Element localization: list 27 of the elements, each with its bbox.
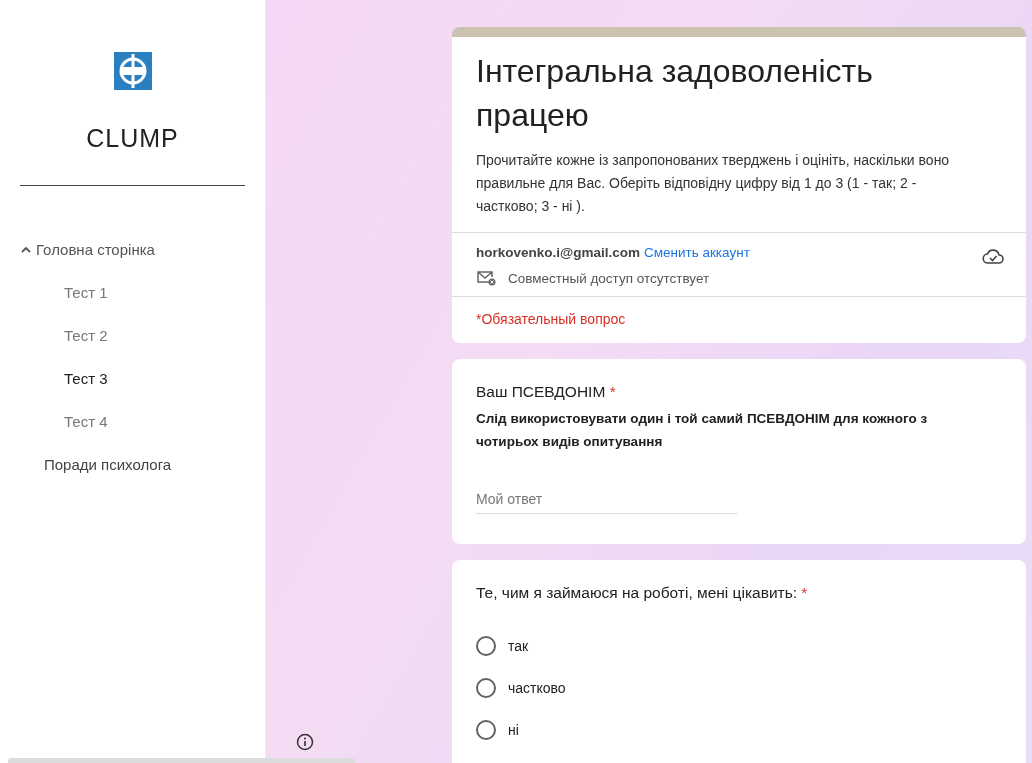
nav-item[interactable]: Головна сторінка (20, 228, 265, 271)
nav-item[interactable]: Тест 3 (20, 357, 265, 400)
answer-field[interactable]: Мой ответ (476, 487, 738, 514)
switch-account-link[interactable]: Сменить аккаунт (643, 245, 750, 260)
brand-name: CLUMP (86, 124, 179, 153)
radio-button[interactable] (476, 678, 496, 698)
option-label: частково (508, 680, 566, 696)
nav-item[interactable]: Поради психолога (20, 443, 265, 486)
option-label: ні (508, 722, 519, 738)
radio-button[interactable] (476, 636, 496, 656)
question-hint: Слід використовувати один і той самий ПСЕВДОНІМ для кожного з чотирьох видів опитування (476, 410, 929, 451)
info-icon[interactable] (296, 733, 314, 751)
sharing-status: Совместный доступ отсутствует (508, 270, 710, 286)
account-email: horkovenko.i@gmail.com (476, 245, 640, 260)
required-note: *Обязательный вопрос (475, 310, 627, 329)
nav-item[interactable]: Тест 1 (20, 271, 265, 314)
cloud-check-icon (982, 247, 1004, 265)
question-title: Те, чим я займаюся на роботі, мені цікавить: * (476, 584, 809, 602)
question-title: Ваш ПСЕВДОНІМ * (476, 383, 617, 401)
radio-button[interactable] (476, 720, 496, 740)
nav-item[interactable]: Тест 4 (20, 400, 265, 443)
form-title: Інтегральна задоволеність працею (476, 52, 874, 135)
form-description: Прочитайте кожне із запропонованих тверджень і оцініть, наскільки воно правильне для Вас. Оберіть відповідну цифру від 1 до 3 (1 - так; 2 - частково; 3 - ні ). (476, 151, 951, 216)
option-label: так (508, 638, 529, 654)
logo-icon (113, 52, 152, 90)
mail-off-icon (476, 270, 496, 286)
nav-item[interactable]: Тест 2 (20, 314, 265, 357)
